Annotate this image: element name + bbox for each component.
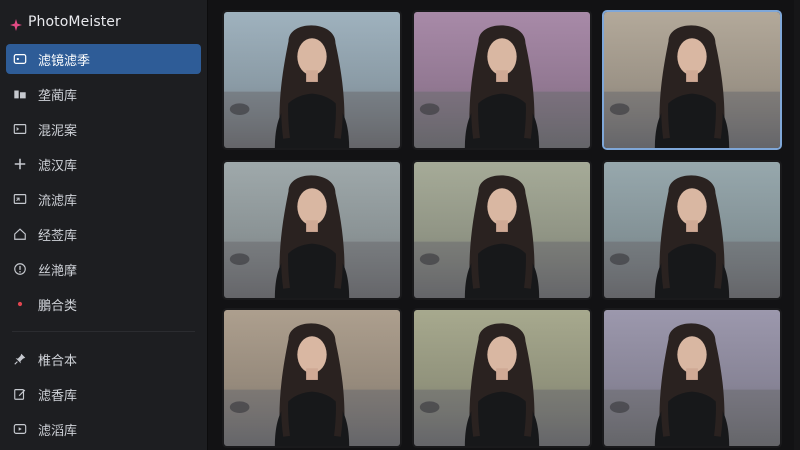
scrollbar[interactable] [794, 0, 800, 450]
photo-portrait [414, 12, 590, 148]
filter-icon [12, 51, 28, 67]
sidebar-item-label: 滤汉库 [38, 158, 78, 174]
sidebar-item-pinned[interactable]: 椎合本 [6, 344, 201, 374]
thumbnail-7[interactable] [222, 308, 402, 448]
image-add-icon [12, 191, 28, 207]
sidebar-item-label: 滤香库 [38, 388, 78, 404]
sidebar-item-label: 垄蔺库 [38, 88, 78, 104]
thumbnail-3[interactable] [602, 10, 782, 150]
sidebar-item-label: 鵬合类 [38, 298, 78, 314]
sidebar-nav: 滤镜滤季 垄蔺库 混泥案 滤汉库 流滤库 经莶库 丝滟摩 鵬合类 椎合本 滤香库… [0, 44, 207, 444]
edit-icon [12, 386, 28, 402]
photomeister-window: PhotoMeister 滤镜滤季 垄蔺库 混泥案 滤汉库 流滤库 经莶库 丝滟… [0, 0, 800, 450]
sidebar-item-label: 椎合本 [38, 353, 78, 369]
sidebar-divider [12, 331, 195, 332]
photo-portrait [604, 12, 780, 148]
photo-portrait [224, 162, 400, 298]
thumbnail-8[interactable] [412, 308, 592, 448]
info-icon [12, 261, 28, 277]
thumbnail-1[interactable] [222, 10, 402, 150]
app-title: PhotoMeister [28, 14, 121, 30]
sidebar-item-label: 丝滟摩 [38, 263, 78, 279]
photo-portrait [224, 12, 400, 148]
sidebar-item-label: 滤镜滤季 [38, 53, 91, 69]
photo-portrait [604, 310, 780, 446]
thumbnail-2[interactable] [412, 10, 592, 150]
sidebar-item-label: 流滤库 [38, 193, 78, 209]
pin-icon [12, 351, 28, 367]
photo-grid [208, 0, 800, 450]
library-icon [12, 86, 28, 102]
plus-icon [12, 156, 28, 172]
photo-portrait [414, 310, 590, 446]
sidebar-item-terminal[interactable]: 混泥案 [6, 114, 201, 144]
sidebar-item-info[interactable]: 丝滟摩 [6, 254, 201, 284]
sidebar-item-label: 滤滔库 [38, 423, 78, 439]
play-icon [12, 421, 28, 437]
thumbnail-5[interactable] [412, 160, 592, 300]
sidebar-item-video[interactable]: 滤滔库 [6, 414, 201, 444]
dot-icon [12, 296, 28, 312]
home-icon [12, 226, 28, 242]
sidebar-item-filters[interactable]: 滤镜滤季 [6, 44, 201, 74]
sidebar-item-library[interactable]: 垄蔺库 [6, 79, 201, 109]
sidebar-item-label: 经莶库 [38, 228, 78, 244]
photo-portrait [224, 310, 400, 446]
photo-portrait [604, 162, 780, 298]
sidebar-item-add[interactable]: 滤汉库 [6, 149, 201, 179]
brand: PhotoMeister [0, 0, 207, 44]
sidebar-item-image-add[interactable]: 流滤库 [6, 184, 201, 214]
thumbnail-6[interactable] [602, 160, 782, 300]
sidebar-item-home[interactable]: 经莶库 [6, 219, 201, 249]
sidebar-item-recent[interactable]: 鵬合类 [6, 289, 201, 319]
photo-portrait [414, 162, 590, 298]
sidebar: PhotoMeister 滤镜滤季 垄蔺库 混泥案 滤汉库 流滤库 经莶库 丝滟… [0, 0, 208, 450]
terminal-icon [12, 121, 28, 137]
thumbnail-4[interactable] [222, 160, 402, 300]
sidebar-item-edit[interactable]: 滤香库 [6, 379, 201, 409]
thumbnail-9[interactable] [602, 308, 782, 448]
sidebar-item-label: 混泥案 [38, 123, 78, 139]
sparkle-icon [10, 16, 22, 31]
